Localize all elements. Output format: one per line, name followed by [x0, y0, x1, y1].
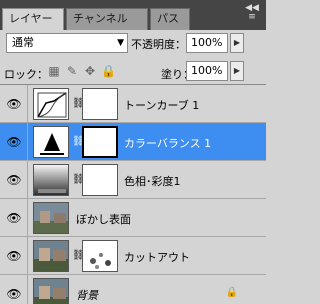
eye-icon: 👁: [6, 135, 22, 149]
eye-icon: 👁: [6, 287, 22, 301]
chevron-down-icon: ▼: [117, 38, 124, 48]
tab-paths[interactable]: パス: [150, 8, 190, 30]
eye-icon: 👁: [6, 97, 22, 111]
fill-value: 100%: [191, 64, 223, 77]
eye-icon: 👁: [6, 249, 22, 263]
visibility-toggle[interactable]: 👁: [0, 85, 28, 123]
tab-channels-label: チャンネル: [73, 12, 128, 25]
panel-menu-icon[interactable]: ◀◀ ≡: [242, 4, 262, 22]
layer-mask-thumbnail[interactable]: [82, 126, 118, 158]
layer-name[interactable]: ぼかし表面: [76, 211, 131, 227]
visibility-toggle[interactable]: 👁: [0, 237, 28, 275]
tab-layers-label: レイヤー: [9, 12, 53, 25]
layer-row[interactable]: 👁 ⛓ 色相･彩度1: [0, 161, 266, 199]
opacity-input[interactable]: 100%: [186, 33, 228, 53]
layer-name[interactable]: 色相･彩度1: [124, 173, 181, 189]
lock-all-icon[interactable]: 🔒: [101, 64, 116, 78]
layer-row[interactable]: 👁 ぼかし表面: [0, 199, 266, 237]
visibility-toggle[interactable]: 👁: [0, 199, 28, 237]
tab-channels[interactable]: チャンネル: [66, 8, 148, 30]
layer-name[interactable]: カットアウト: [124, 249, 190, 265]
layer-name[interactable]: 背景: [76, 287, 98, 303]
opacity-label: 不透明度：: [131, 38, 186, 51]
blend-mode-value: 通常: [12, 36, 34, 49]
layer-row[interactable]: 👁 ⛓ トーンカーブ 1: [0, 85, 266, 123]
lock-transparency-icon[interactable]: ▦: [47, 64, 61, 78]
layer-thumbnail[interactable]: [33, 202, 69, 234]
lock-label: ロック：: [4, 68, 48, 81]
tab-paths-label: パス: [157, 12, 179, 25]
lock-icon: 🔒: [225, 287, 238, 298]
layers-list: 👁 ⛓ トーンカーブ 1 👁 ⛓ カラーバランス 1 👁 ⛓ 色相･彩度1 👁 …: [0, 84, 266, 304]
fill-input[interactable]: 100%: [186, 61, 228, 81]
layer-thumbnail[interactable]: [33, 240, 69, 272]
link-icon[interactable]: ⛓: [72, 173, 85, 187]
opacity-slider-button[interactable]: ▶: [230, 33, 244, 53]
layer-name[interactable]: カラーバランス 1: [124, 135, 211, 151]
link-icon[interactable]: ⛓: [72, 135, 85, 149]
blend-mode-select[interactable]: 通常 ▼: [6, 33, 128, 53]
panel-tab-bar: レイヤー× チャンネル パス ◀◀≡: [0, 0, 266, 45]
tab-layers[interactable]: レイヤー×: [2, 8, 64, 45]
fill-slider-button[interactable]: ▶: [230, 61, 244, 81]
layer-thumbnail[interactable]: [33, 278, 69, 304]
layer-row[interactable]: 👁 ⛓ カラーバランス 1: [0, 123, 266, 161]
color-balance-adjustment-icon: [33, 126, 69, 158]
curves-adjustment-icon: [33, 88, 69, 120]
hue-saturation-adjustment-icon: [33, 164, 69, 196]
link-icon[interactable]: ⛓: [72, 97, 85, 111]
eye-icon: 👁: [6, 173, 22, 187]
visibility-toggle[interactable]: 👁: [0, 161, 28, 199]
layer-name[interactable]: トーンカーブ 1: [124, 97, 199, 113]
opacity-value: 100%: [191, 36, 223, 49]
lock-position-icon[interactable]: ✥: [83, 64, 97, 78]
visibility-toggle[interactable]: 👁: [0, 275, 28, 304]
layer-mask-thumbnail[interactable]: [82, 88, 118, 120]
eye-icon: 👁: [6, 211, 22, 225]
layer-mask-thumbnail[interactable]: [82, 164, 118, 196]
lock-image-icon[interactable]: ✎: [65, 64, 79, 78]
layer-row[interactable]: 👁 ⛓ カットアウト: [0, 237, 266, 275]
layer-row[interactable]: 👁 背景 🔒: [0, 275, 266, 304]
link-icon[interactable]: ⛓: [72, 249, 85, 263]
layer-mask-thumbnail[interactable]: [82, 240, 118, 272]
visibility-toggle[interactable]: 👁: [0, 123, 28, 161]
